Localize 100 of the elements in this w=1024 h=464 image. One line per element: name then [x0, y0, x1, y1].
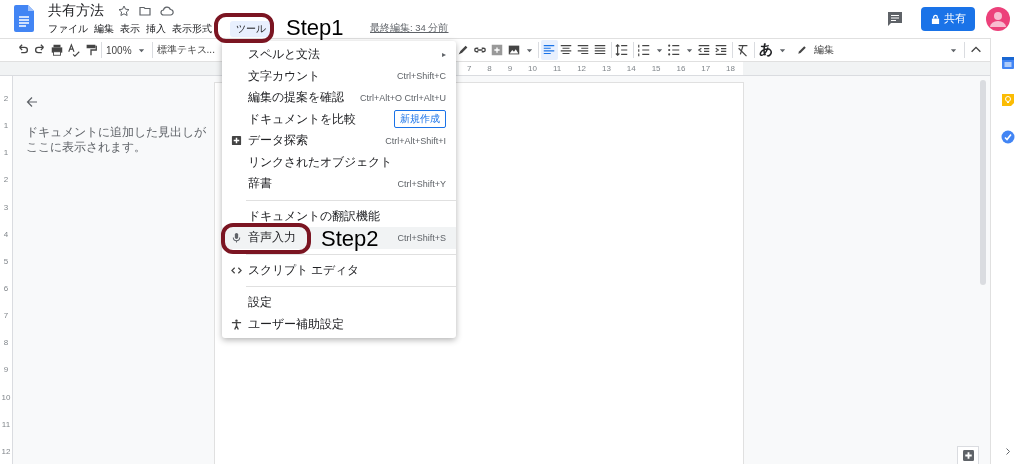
- menu-item[interactable]: 表示形式: [172, 20, 212, 37]
- star-icon[interactable]: [118, 4, 130, 17]
- editing-mode-dropdown[interactable]: 編集: [794, 40, 962, 60]
- menu-option-label: スペルと文法: [248, 47, 320, 63]
- shortcut-text: Ctrl+Shift+S: [397, 232, 446, 243]
- menu-item[interactable]: ツール: [230, 20, 272, 37]
- menu-item[interactable]: ファイル: [48, 20, 88, 37]
- menu-option-label: データ探索: [248, 133, 308, 149]
- ruler-number: 6: [3, 284, 9, 293]
- dropdown-caret-icon[interactable]: [525, 46, 533, 54]
- input-tools-dropdown[interactable]: あ: [756, 40, 791, 60]
- menu-option[interactable]: スペルと文法 ▸: [222, 44, 456, 66]
- check-circle-icon[interactable]: [1000, 130, 1015, 144]
- menu-option-label: ユーザー補助設定: [248, 316, 344, 332]
- ruler-number: 8: [3, 338, 9, 348]
- menu-option[interactable]: ドキュメントの翻訳機能: [222, 205, 456, 227]
- ruler-number: 7: [466, 64, 472, 73]
- ruler-number: 12: [577, 64, 587, 73]
- zoom-dropdown[interactable]: 100%: [104, 40, 150, 60]
- menu-item[interactable]: 編集: [94, 20, 114, 37]
- menu-option[interactable]: ユーザー補助設定: [222, 313, 456, 335]
- ruler-number: 8: [487, 64, 492, 73]
- new-badge: 新規作成: [394, 110, 446, 129]
- shortcut-text: Ctrl+Alt+O Ctrl+Alt+U: [359, 92, 446, 103]
- document-title[interactable]: 共有方法: [48, 1, 104, 20]
- menu-option[interactable]: 辞書 Ctrl+Shift+Y: [222, 173, 456, 195]
- back-arrow-icon[interactable]: [26, 96, 38, 108]
- ruler-number: 10: [1, 392, 11, 402]
- ruler-number: 16: [676, 64, 686, 73]
- step-label: Step1: [286, 15, 344, 41]
- share-button[interactable]: 共有: [921, 7, 975, 31]
- ruler-number: 13: [601, 64, 611, 73]
- ruler-number: 3: [3, 202, 9, 212]
- ruler-number: 10: [528, 64, 537, 73]
- step-label: Step2: [321, 225, 379, 252]
- horizontal-ruler[interactable]: 7 8 9 10 11 12 13 14 15 16 17 18: [459, 62, 743, 75]
- menu-item[interactable]: 挿入: [146, 20, 166, 37]
- menu-option-label: 設定: [248, 295, 272, 311]
- menu-option[interactable]: リンクされたオブジェクト: [222, 151, 456, 173]
- spellcheck-icon[interactable]: [65, 40, 82, 60]
- ruler-number: 18: [726, 64, 735, 73]
- ruler-number: 7: [3, 311, 9, 321]
- ruler-number: 15: [651, 64, 661, 73]
- ruler-number: 12: [1, 446, 11, 456]
- outline-hint-text: ドキュメントに追加した見出しがここに表示されます。: [26, 125, 207, 155]
- scrollbar[interactable]: [980, 80, 986, 285]
- plus-square-icon: [231, 135, 242, 147]
- shortcut-text: Ctrl+Alt+Shift+I: [385, 135, 446, 146]
- ruler-number: 4: [3, 229, 9, 239]
- shortcut-text: Ctrl+Shift+C: [396, 71, 446, 82]
- submenu-arrow-icon: ▸: [442, 50, 446, 60]
- menu-option-label: 文字カウント: [248, 68, 320, 84]
- last-edit-link[interactable]: 最終編集: 34 分前: [370, 22, 449, 35]
- shortcut-text: Ctrl+Shift+Y: [397, 178, 446, 189]
- ruler-number: 5: [3, 256, 9, 266]
- calendar-icon[interactable]: [1000, 56, 1015, 70]
- menu-option[interactable]: 編集の提案を確認 Ctrl+Alt+O Ctrl+Alt+U: [222, 87, 456, 109]
- dropdown-caret-icon[interactable]: [655, 46, 663, 54]
- dropdown-caret-icon[interactable]: [778, 46, 786, 54]
- menu-option[interactable]: スクリプト エディタ: [222, 259, 456, 281]
- menu-option[interactable]: 文字カウント Ctrl+Shift+C: [222, 65, 456, 87]
- dropdown-caret-icon[interactable]: [137, 46, 145, 54]
- menu-option-label: リンクされたオブジェクト: [248, 154, 392, 170]
- menu-option-label: 辞書: [248, 176, 272, 192]
- ruler-number: 17: [701, 64, 711, 73]
- ruler-number: 9: [507, 64, 513, 73]
- comment-icon[interactable]: [887, 11, 903, 27]
- dropdown-caret-icon[interactable]: [950, 46, 957, 54]
- align-left-icon[interactable]: [540, 40, 558, 60]
- ruler-number: 14: [626, 64, 636, 73]
- menu-option-label: スクリプト エディタ: [248, 262, 360, 278]
- vertical-ruler[interactable]: 2 1 1 2 3 4 5 6 7 8 9 10 11 12: [0, 76, 13, 464]
- microphone-icon: [231, 232, 242, 244]
- menu-item[interactable]: 表示: [120, 20, 140, 37]
- ruler-number: 2: [3, 175, 9, 185]
- pencil-icon: [796, 44, 808, 56]
- ruler-number: 11: [552, 64, 562, 73]
- expand-chevron-icon[interactable]: [1004, 447, 1011, 456]
- highlight-ring: [214, 13, 274, 43]
- menu-option-label: ドキュメントを比較: [248, 111, 356, 127]
- ruler-number: 1: [3, 121, 9, 131]
- explore-button[interactable]: [957, 446, 979, 464]
- accessibility-person-icon: [231, 318, 242, 330]
- document-logo-icon[interactable]: [14, 4, 34, 32]
- menu-option-label: 音声入力: [248, 230, 296, 246]
- menu-option[interactable]: 設定: [222, 292, 456, 314]
- text-style-dropdown[interactable]: 標準テキス...: [154, 40, 217, 60]
- lock-icon: [930, 13, 940, 25]
- ruler-number: 11: [1, 419, 11, 429]
- menu-option[interactable]: ドキュメントを比較 新規作成: [222, 108, 456, 130]
- menu-option-label: 編集の提案を確認: [248, 90, 344, 106]
- ruler-number: 2: [3, 94, 9, 103]
- menu-option[interactable]: データ探索 Ctrl+Alt+Shift+I: [222, 130, 456, 152]
- folder-icon[interactable]: [139, 4, 151, 17]
- avatar-icon[interactable]: [986, 7, 1010, 31]
- plus-square-icon: [962, 450, 974, 461]
- cloud-icon[interactable]: [160, 4, 174, 17]
- menu-option-label: ドキュメントの翻訳機能: [248, 208, 380, 224]
- dropdown-caret-icon[interactable]: [685, 46, 693, 54]
- ruler-number: 1: [3, 148, 9, 158]
